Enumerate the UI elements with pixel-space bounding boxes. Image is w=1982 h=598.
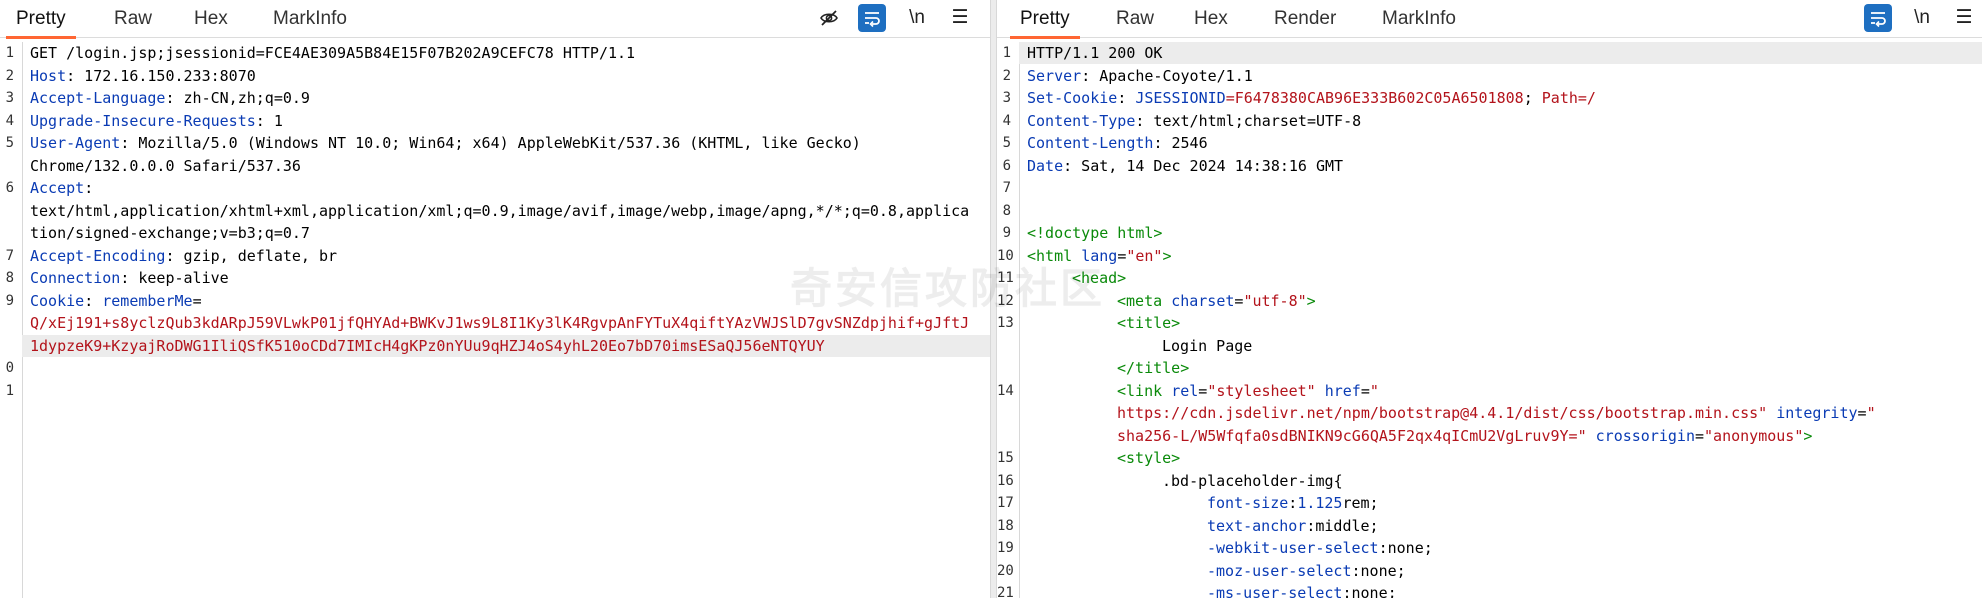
code-line: Content-Length: 2546: [1027, 134, 1208, 152]
line-number: 5: [1002, 135, 1011, 151]
line-number: 2: [5, 67, 14, 84]
code-line: User-Agent: Mozilla/5.0 (Windows NT 10.0…: [30, 134, 861, 152]
code-line: text/html,application/xhtml+xml,applicat…: [30, 201, 970, 220]
code-line: 1dypzeK9+KzyajRoDWG1IliQSfK510oCDd7IMIcH…: [30, 336, 825, 355]
line-number: 9: [1002, 225, 1011, 241]
line-number: 2: [1002, 67, 1011, 84]
code-line: tion/signed-exchange;v=b3;q=0.7: [30, 224, 310, 242]
code-line: -moz-user-select:none;: [1207, 561, 1406, 580]
line-number: 18: [997, 517, 1014, 534]
line-number: 3: [5, 90, 14, 106]
newline-icon[interactable]: \n: [1908, 4, 1936, 32]
line-number: 15: [997, 450, 1014, 466]
response-pane: Pretty Raw Hex Render MarkInfo \n ☰ 1 HTT…: [997, 0, 1982, 598]
code-line: -ms-user-select:none;: [1207, 584, 1397, 598]
menu-icon[interactable]: ☰: [1950, 4, 1978, 32]
request-editor[interactable]: 1 GET /login.jsp;jsessionid=FCE4AE309A5B8…: [0, 42, 990, 598]
code-line: Date: Sat, 14 Dec 2024 14:38:16 GMT: [1027, 156, 1344, 175]
code-line: sha256-L/W5Wfqfa0sdBNIKN9cG6QA5F2qx4qICm…: [1117, 426, 1813, 445]
code-line: https://cdn.jsdelivr.net/npm/bootstrap@4…: [1117, 404, 1876, 422]
line-number: 5: [5, 135, 14, 151]
code-line: Login Page: [1162, 336, 1253, 355]
line-number: 0: [5, 360, 14, 376]
code-line: </title>: [1117, 359, 1190, 377]
request-tabbar: Pretty Raw Hex MarkInfo \n ☰: [0, 0, 990, 39]
line-number: 1: [1002, 45, 1011, 61]
response-tabbar: Pretty Raw Hex Render MarkInfo \n ☰: [997, 0, 1982, 39]
line-number: 1: [5, 382, 14, 399]
hide-nonprintable-icon[interactable]: [815, 4, 843, 32]
line-number: 3: [1002, 90, 1011, 106]
line-number: 6: [1002, 157, 1011, 174]
code-line: Cookie: rememberMe=: [30, 291, 202, 310]
code-line: text-anchor:middle;: [1207, 516, 1379, 535]
tab-render[interactable]: Render: [1264, 0, 1346, 38]
code-line: Connection: keep-alive: [30, 269, 229, 287]
code-line: <!doctype html>: [1027, 224, 1163, 242]
code-line: <style>: [1117, 449, 1181, 467]
tab-markinfo[interactable]: MarkInfo: [1372, 0, 1466, 38]
tab-hex[interactable]: Hex: [184, 0, 238, 38]
code-line: Content-Type: text/html;charset=UTF-8: [1027, 111, 1362, 130]
tab-raw[interactable]: Raw: [104, 0, 162, 38]
line-number: 20: [997, 562, 1014, 579]
tab-hex[interactable]: Hex: [1184, 0, 1238, 38]
watermark: 奇安信攻防社区: [790, 265, 1106, 312]
line-number: 4: [1002, 112, 1011, 129]
code-line: Accept-Encoding: gzip, deflate, br: [30, 246, 338, 265]
code-line: HTTP/1.1 200 OK: [1027, 44, 1163, 62]
code-line: Accept-Language: zh-CN,zh;q=0.9: [30, 89, 310, 107]
line-number: 8: [1002, 202, 1011, 219]
code-line: font-size:1.125rem;: [1207, 494, 1379, 512]
line-number: 16: [997, 472, 1014, 489]
menu-icon[interactable]: ☰: [946, 4, 974, 32]
tab-markinfo[interactable]: MarkInfo: [263, 0, 357, 38]
tab-pretty[interactable]: Pretty: [6, 0, 76, 39]
line-number: 6: [5, 180, 14, 196]
code-line: <link rel="stylesheet" href=": [1117, 381, 1379, 400]
code-line: -webkit-user-select:none;: [1207, 539, 1433, 557]
line-number: 4: [5, 112, 14, 129]
tab-pretty[interactable]: Pretty: [1010, 0, 1080, 39]
wrap-icon[interactable]: [1864, 4, 1892, 32]
newline-icon[interactable]: \n: [903, 4, 931, 32]
wrap-icon[interactable]: [858, 4, 886, 32]
line-number: 19: [997, 540, 1014, 556]
code-line: Set-Cookie: JSESSIONID=F6478380CAB96E333…: [1027, 89, 1596, 107]
code-line: .bd-placeholder-img{: [1162, 471, 1343, 490]
code-line: Accept:: [30, 179, 94, 197]
line-number: 8: [5, 270, 14, 286]
code-line: <meta charset="utf-8">: [1117, 291, 1316, 310]
response-editor[interactable]: 1 HTTP/1.1 200 OK 2 Server: Apache-Coyote/1…: [997, 42, 1982, 598]
tab-raw[interactable]: Raw: [1106, 0, 1164, 38]
code-line: GET /login.jsp;jsessionid=FCE4AE309A5B84…: [30, 44, 636, 62]
line-number: 17: [997, 495, 1014, 511]
line-number: 13: [997, 315, 1014, 331]
line-number: 21: [997, 585, 1014, 598]
code-line: Chrome/132.0.0.0 Safari/537.36: [30, 156, 301, 175]
code-line: Server: Apache-Coyote/1.1: [1027, 66, 1253, 85]
line-number: 7: [5, 247, 14, 264]
line-number: 1: [5, 45, 14, 61]
code-line: Host: 172.16.150.233:8070: [30, 66, 256, 85]
line-number: 7: [1002, 180, 1011, 196]
line-number: 9: [5, 292, 14, 309]
current-line-highlight: [1019, 42, 1982, 64]
code-line: Upgrade-Insecure-Requests: 1: [30, 111, 283, 130]
line-number: 14: [997, 382, 1014, 399]
code-line: <title>: [1117, 314, 1181, 332]
